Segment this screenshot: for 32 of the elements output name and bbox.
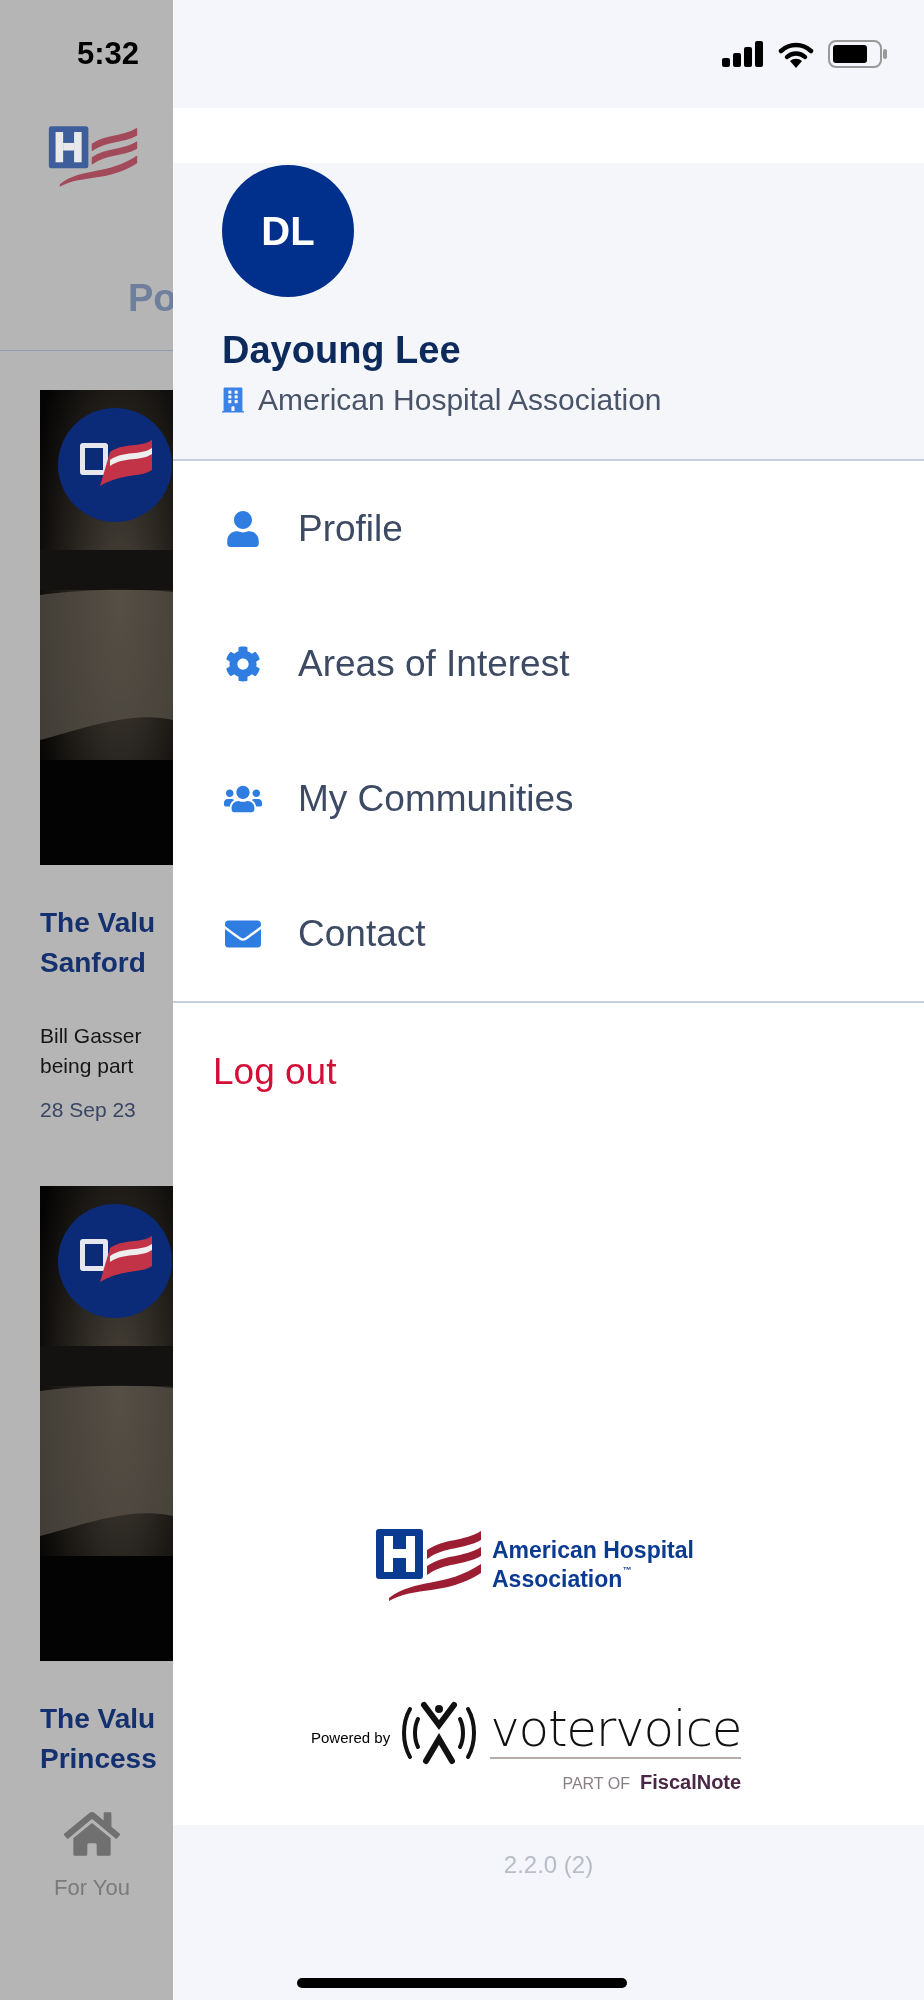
user-organization: American Hospital Association [258,382,662,418]
part-of-label: PART OF [562,1774,630,1794]
battery-icon [828,40,888,68]
menu-item[interactable]: Profile [173,461,924,596]
brand-name: votervoice [490,1701,742,1759]
article-title[interactable]: The Valu [40,1699,173,1739]
status-time: 5:32 [77,34,140,73]
menu-item[interactable]: My Communities [173,731,924,866]
avatar[interactable]: DL [222,165,354,297]
menu-item[interactable]: Areas of Interest [173,596,924,731]
powered-by-label: Powered by [311,1728,391,1748]
menu-item[interactable]: Contact [173,866,924,1001]
article-summary: being part [40,1053,135,1079]
org-logo-text: Association$^{™}$ [492,1564,633,1594]
article-title[interactable]: The Valu [40,903,173,943]
gear-icon [224,645,262,682]
home-icon[interactable] [64,1809,120,1859]
user-name: Dayoung Lee [222,328,462,373]
article-title[interactable]: Princess [40,1739,173,1779]
building-icon [222,386,244,414]
logout-link[interactable]: Log out [213,1048,337,1096]
wifi-icon [778,40,814,68]
user-icon [224,510,262,547]
article-summary: Bill Gasser [40,1023,143,1049]
votervoice-logo-icon [402,1701,477,1765]
signal-icon [722,41,764,67]
org-logo-text: American Hospital [492,1535,694,1565]
parent-brand-name: FiscalNote [640,1770,742,1795]
aha-logo-icon [375,1528,482,1601]
version-label: 2.2.0 (2) [503,1850,594,1880]
article-date: 28 Sep 23 [40,1097,137,1123]
article-title[interactable]: Sanford [40,943,173,983]
